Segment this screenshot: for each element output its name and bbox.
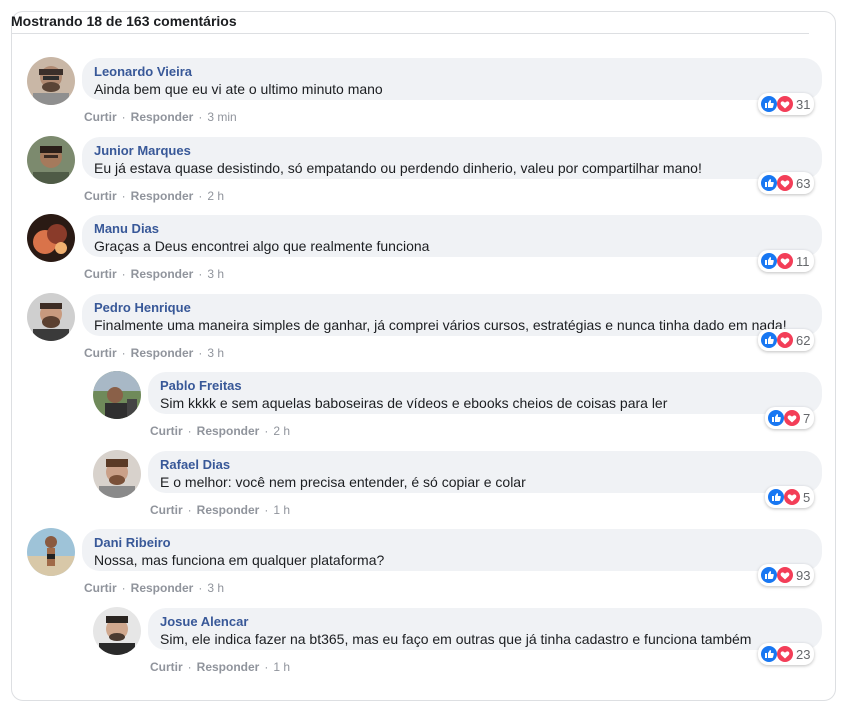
reaction-count: 5 (803, 489, 811, 505)
comment-text: Eu já estava quase desistindo, só empata… (94, 160, 702, 176)
reactions-badge[interactable]: 31 (758, 93, 815, 115)
comment-text: Finalmente uma maneira simples de ganhar… (94, 317, 787, 333)
reactions-badge[interactable]: 7 (765, 407, 815, 429)
comment-bubble: Rafael Dias E o melhor: você nem precisa… (148, 451, 822, 493)
avatar[interactable] (27, 136, 75, 184)
love-reaction-icon (776, 95, 794, 113)
reaction-count: 31 (796, 96, 811, 112)
comment-bubble: Leonardo Vieira Ainda bem que eu vi ate … (82, 58, 822, 100)
comment-text: Ainda bem que eu vi ate o ultimo minuto … (94, 81, 383, 97)
comment-author[interactable]: Josue Alencar (160, 614, 810, 630)
comment-author[interactable]: Manu Dias (94, 221, 810, 237)
reply-button[interactable]: Responder (197, 424, 260, 438)
comment-text: Graças a Deus encontrei algo que realmen… (94, 238, 430, 254)
comment-author[interactable]: Junior Marques (94, 143, 810, 159)
comment-actions: Curtir · Responder · 1 h (150, 660, 291, 674)
avatar[interactable] (27, 57, 75, 105)
avatar[interactable] (93, 607, 141, 655)
comment-bubble: Pablo Freitas Sim kkkk e sem aquelas bab… (148, 372, 822, 414)
comment-author[interactable]: Rafael Dias (160, 457, 810, 473)
reply-button[interactable]: Responder (197, 503, 260, 517)
comment-author[interactable]: Pedro Henrique (94, 300, 810, 316)
reaction-count: 62 (796, 332, 811, 348)
comment-time[interactable]: 3 h (207, 346, 224, 360)
love-reaction-icon (776, 645, 794, 663)
love-reaction-icon (776, 252, 794, 270)
comment-bubble: Manu Dias Graças a Deus encontrei algo q… (82, 215, 822, 257)
avatar[interactable] (93, 371, 141, 419)
reply-button[interactable]: Responder (131, 110, 194, 124)
like-button[interactable]: Curtir (84, 581, 117, 595)
avatar[interactable] (93, 450, 141, 498)
comment-time[interactable]: 3 h (207, 581, 224, 595)
comment-time[interactable]: 1 h (273, 503, 290, 517)
reply-button[interactable]: Responder (131, 267, 194, 281)
comment-text: Nossa, mas funciona em qualquer platafor… (94, 552, 385, 568)
reactions-badge[interactable]: 62 (758, 329, 815, 351)
reactions-badge[interactable]: 5 (765, 486, 815, 508)
comment-time[interactable]: 3 h (207, 267, 224, 281)
comment-time[interactable]: 3 min (207, 110, 236, 124)
like-button[interactable]: Curtir (150, 503, 183, 517)
reaction-count: 7 (803, 410, 811, 426)
reply-button[interactable]: Responder (197, 660, 260, 674)
love-reaction-icon (783, 488, 801, 506)
comment-bubble: Junior Marques Eu já estava quase desist… (82, 137, 822, 179)
like-button[interactable]: Curtir (84, 110, 117, 124)
comment-bubble: Dani Ribeiro Nossa, mas funciona em qual… (82, 529, 822, 571)
love-reaction-icon (783, 409, 801, 427)
avatar[interactable] (27, 293, 75, 341)
comment-author[interactable]: Leonardo Vieira (94, 64, 810, 80)
love-reaction-icon (776, 566, 794, 584)
comment-actions: Curtir · Responder · 3 min (84, 110, 237, 124)
comment-time[interactable]: 2 h (207, 189, 224, 203)
like-button[interactable]: Curtir (150, 660, 183, 674)
reply-button[interactable]: Responder (131, 346, 194, 360)
comment-text: E o melhor: você nem precisa entender, é… (160, 474, 526, 490)
love-reaction-icon (776, 174, 794, 192)
comments-count-header: Mostrando 18 de 163 comentários (11, 13, 809, 34)
reactions-badge[interactable]: 63 (758, 172, 815, 194)
reply-button[interactable]: Responder (131, 189, 194, 203)
reaction-count: 11 (796, 253, 810, 269)
comment-time[interactable]: 2 h (273, 424, 290, 438)
comment-bubble: Pedro Henrique Finalmente uma maneira si… (82, 294, 822, 336)
comment-author[interactable]: Dani Ribeiro (94, 535, 810, 551)
reply-button[interactable]: Responder (131, 581, 194, 595)
comment-time[interactable]: 1 h (273, 660, 290, 674)
like-button[interactable]: Curtir (84, 189, 117, 203)
comment-bubble: Josue Alencar Sim, ele indica fazer na b… (148, 608, 822, 650)
comment-actions: Curtir · Responder · 1 h (150, 503, 291, 517)
comment-actions: Curtir · Responder · 2 h (150, 424, 291, 438)
comment-actions: Curtir · Responder · 3 h (84, 581, 225, 595)
reaction-count: 23 (796, 646, 811, 662)
love-reaction-icon (776, 331, 794, 349)
reactions-badge[interactable]: 93 (758, 564, 815, 586)
comment-actions: Curtir · Responder · 3 h (84, 346, 225, 360)
comment-actions: Curtir · Responder · 3 h (84, 267, 225, 281)
reactions-badge[interactable]: 11 (758, 250, 814, 272)
reactions-badge[interactable]: 23 (758, 643, 815, 665)
comment-text: Sim kkkk e sem aquelas baboseiras de víd… (160, 395, 668, 411)
avatar[interactable] (27, 528, 75, 576)
comment-author[interactable]: Pablo Freitas (160, 378, 810, 394)
like-button[interactable]: Curtir (84, 346, 117, 360)
comment-actions: Curtir · Responder · 2 h (84, 189, 225, 203)
comment-text: Sim, ele indica fazer na bt365, mas eu f… (160, 631, 752, 647)
reaction-count: 93 (796, 567, 811, 583)
like-button[interactable]: Curtir (84, 267, 117, 281)
like-button[interactable]: Curtir (150, 424, 183, 438)
reaction-count: 63 (796, 175, 811, 191)
avatar[interactable] (27, 214, 75, 262)
